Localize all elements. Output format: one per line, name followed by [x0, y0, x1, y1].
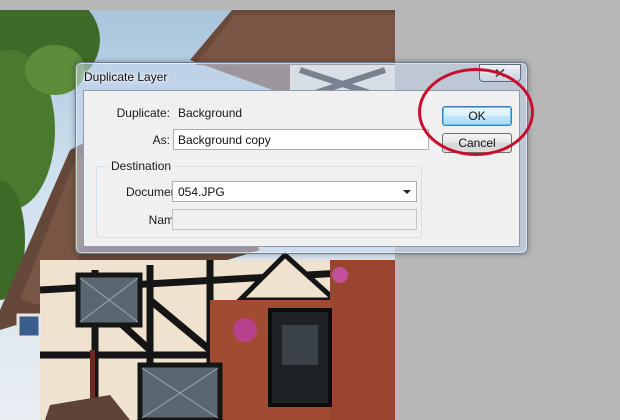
cancel-button[interactable]: Cancel [442, 133, 512, 153]
destination-legend: Destination [107, 159, 176, 173]
dialog-title: Duplicate Layer [84, 70, 168, 84]
dialog-client-area: Duplicate: Background As: Destination Do… [83, 90, 520, 247]
dialog-titlebar[interactable]: Duplicate Layer [76, 63, 527, 90]
document-selected-value: 054.JPG [178, 185, 225, 199]
duplicate-label: Duplicate: [116, 106, 170, 120]
duplicate-value: Background [178, 106, 243, 120]
destination-group: Destination Document: 054.JPG Name: [96, 159, 422, 238]
screen: Duplicate Layer Duplicate: Background As… [0, 0, 620, 420]
close-icon [495, 68, 505, 78]
close-button[interactable] [479, 64, 521, 82]
document-select[interactable]: 054.JPG [172, 181, 417, 202]
as-name-input[interactable] [173, 129, 429, 150]
ok-button[interactable]: OK [442, 106, 512, 126]
destination-name-input[interactable] [172, 209, 417, 230]
as-label: As: [152, 133, 170, 147]
duplicate-layer-dialog: Duplicate Layer Duplicate: Background As… [75, 62, 528, 254]
chevron-down-icon [403, 190, 411, 194]
